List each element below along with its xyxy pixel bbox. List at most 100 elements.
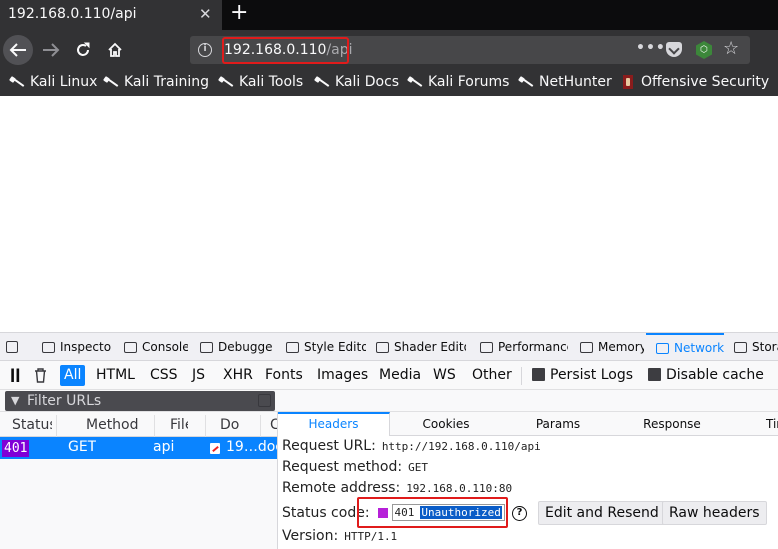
disable-cache-checkbox[interactable] <box>648 368 661 381</box>
home-button[interactable] <box>100 35 130 65</box>
tab-style-editor[interactable]: Style Editor <box>286 333 366 361</box>
request-url-row: Request URL: http://192.168.0.110/api <box>282 438 541 454</box>
filter-images-button[interactable]: Images <box>313 365 372 386</box>
back-button[interactable] <box>3 35 33 65</box>
tab-debugger[interactable]: Debugger <box>200 333 272 361</box>
column-status[interactable]: Status <box>12 417 52 433</box>
browser-tab[interactable]: 192.168.0.110/api ✕ <box>0 0 222 30</box>
page-actions-icon[interactable]: ••• <box>636 40 666 56</box>
tab-performance[interactable]: Performance <box>480 333 568 361</box>
column-domain[interactable]: Domain <box>220 417 239 433</box>
element-picker-button[interactable] <box>6 333 24 361</box>
tab-headers[interactable]: Headers <box>278 412 390 436</box>
document-type-icon <box>210 443 220 454</box>
column-cause[interactable]: Cause <box>270 417 277 433</box>
status-highlight-box <box>357 497 508 528</box>
url-highlight-box <box>222 37 349 64</box>
table-row[interactable]: 401 GET api 19…doc <box>0 437 277 459</box>
persist-logs-label: Persist Logs <box>550 367 634 383</box>
edit-and-resend-button[interactable]: Edit and Resend <box>538 501 666 525</box>
tab-memory[interactable]: Memory <box>580 333 644 361</box>
bookmark-kali-docs[interactable]: Kali Docs <box>315 74 399 90</box>
filter-ws-button[interactable]: WS <box>429 365 460 386</box>
new-tab-icon[interactable]: + <box>230 1 248 25</box>
toolbar-divider <box>521 367 522 385</box>
nodejs-extension-icon[interactable]: ⬡ <box>696 41 712 59</box>
kali-dragon-icon <box>519 75 533 89</box>
request-url-label: Request URL: <box>282 438 376 454</box>
devtools-tabs: Inspector Console Debugger Style Editor … <box>0 333 778 361</box>
memory-icon <box>580 341 593 353</box>
tab-shader-editor[interactable]: Shader Editor <box>376 333 466 361</box>
performance-icon <box>480 341 493 353</box>
tab-storage[interactable]: Storage <box>734 333 778 361</box>
page-content <box>0 96 778 332</box>
network-icon <box>656 342 669 354</box>
arrow-left-icon <box>9 43 26 57</box>
forward-button[interactable] <box>36 35 66 65</box>
bookmark-kali-tools[interactable]: Kali Tools <box>219 74 303 90</box>
tab-cookies[interactable]: Cookies <box>390 412 502 436</box>
request-url-value: http://192.168.0.110/api <box>381 440 541 453</box>
filter-js-button[interactable]: JS <box>188 365 209 386</box>
bookmark-kali-linux[interactable]: Kali Linux <box>10 74 97 90</box>
filter-all-button[interactable]: All <box>60 365 86 386</box>
column-method[interactable]: Method <box>86 417 140 433</box>
filter-fonts-button[interactable]: Fonts <box>261 365 307 386</box>
tab-response[interactable]: Response <box>614 412 730 436</box>
info-icon[interactable]: i <box>198 43 212 57</box>
bookmark-nethunter[interactable]: NetHunter <box>519 74 612 90</box>
bookmark-star-icon[interactable]: ☆ <box>723 38 739 59</box>
reload-button[interactable] <box>68 35 98 65</box>
filter-css-button[interactable]: CSS <box>146 365 182 386</box>
toggle-sidebar-icon[interactable] <box>258 394 271 407</box>
inspector-icon <box>42 341 55 353</box>
help-icon[interactable]: ? <box>512 506 527 521</box>
filter-urls-input[interactable] <box>5 391 275 411</box>
close-tab-icon[interactable]: ✕ <box>199 5 212 23</box>
remote-address-value: 192.168.0.110:80 <box>406 482 513 495</box>
tab-timings[interactable]: Timings <box>752 412 778 436</box>
network-toolbar: ǀǀ All HTML CSS JS XHR Fonts Images Medi… <box>0 362 778 390</box>
style-editor-icon <box>286 341 299 353</box>
tab-console[interactable]: Console <box>124 333 188 361</box>
bookmark-kali-forums[interactable]: Kali Forums <box>408 74 509 90</box>
persist-logs-checkbox[interactable] <box>532 368 545 381</box>
raw-headers-button[interactable]: Raw headers <box>662 501 767 525</box>
filter-row: ▼ <box>0 390 778 412</box>
tab-inspector[interactable]: Inspector <box>42 333 112 361</box>
version-label: Version: <box>282 528 339 544</box>
request-method-label: Request method: <box>282 459 403 475</box>
details-tabs: Headers Cookies Params Response Timings <box>278 412 778 436</box>
trash-icon[interactable] <box>34 368 47 383</box>
pocket-icon[interactable] <box>666 42 682 57</box>
version-value: HTTP/1.1 <box>344 530 398 543</box>
tab-params[interactable]: Params <box>502 412 614 436</box>
bookmark-kali-training[interactable]: Kali Training <box>104 74 209 90</box>
request-domain: 19…doc <box>226 439 277 455</box>
reload-icon <box>77 42 90 56</box>
picker-icon <box>6 341 18 353</box>
filter-media-button[interactable]: Media <box>375 365 425 386</box>
home-icon <box>108 42 122 57</box>
kali-dragon-icon <box>315 75 329 89</box>
bookmarks-toolbar: Kali Linux Kali Training Kali Tools Kali… <box>0 70 778 96</box>
column-file[interactable]: File <box>170 417 188 433</box>
request-list-header: Status Method File Domain Cause <box>0 415 277 437</box>
tab-network[interactable]: Network <box>646 333 724 361</box>
filter-html-button[interactable]: HTML <box>92 365 139 386</box>
shader-editor-icon <box>376 341 389 353</box>
kali-dragon-icon <box>104 75 118 89</box>
tab-strip: 192.168.0.110/api ✕ + <box>0 0 778 30</box>
bookmark-offensive-security[interactable]: Offensive Security <box>621 74 769 90</box>
filter-other-button[interactable]: Other <box>468 365 516 386</box>
filter-xhr-button[interactable]: XHR <box>219 365 257 386</box>
pause-icon[interactable]: ǀǀ <box>6 365 24 386</box>
storage-icon <box>734 341 747 353</box>
request-method-value: GET <box>408 461 428 474</box>
request-method: GET <box>68 439 97 455</box>
console-icon <box>124 341 137 353</box>
kali-dragon-icon <box>408 75 422 89</box>
tab-title: 192.168.0.110/api <box>8 6 137 22</box>
remote-address-label: Remote address: <box>282 480 401 496</box>
